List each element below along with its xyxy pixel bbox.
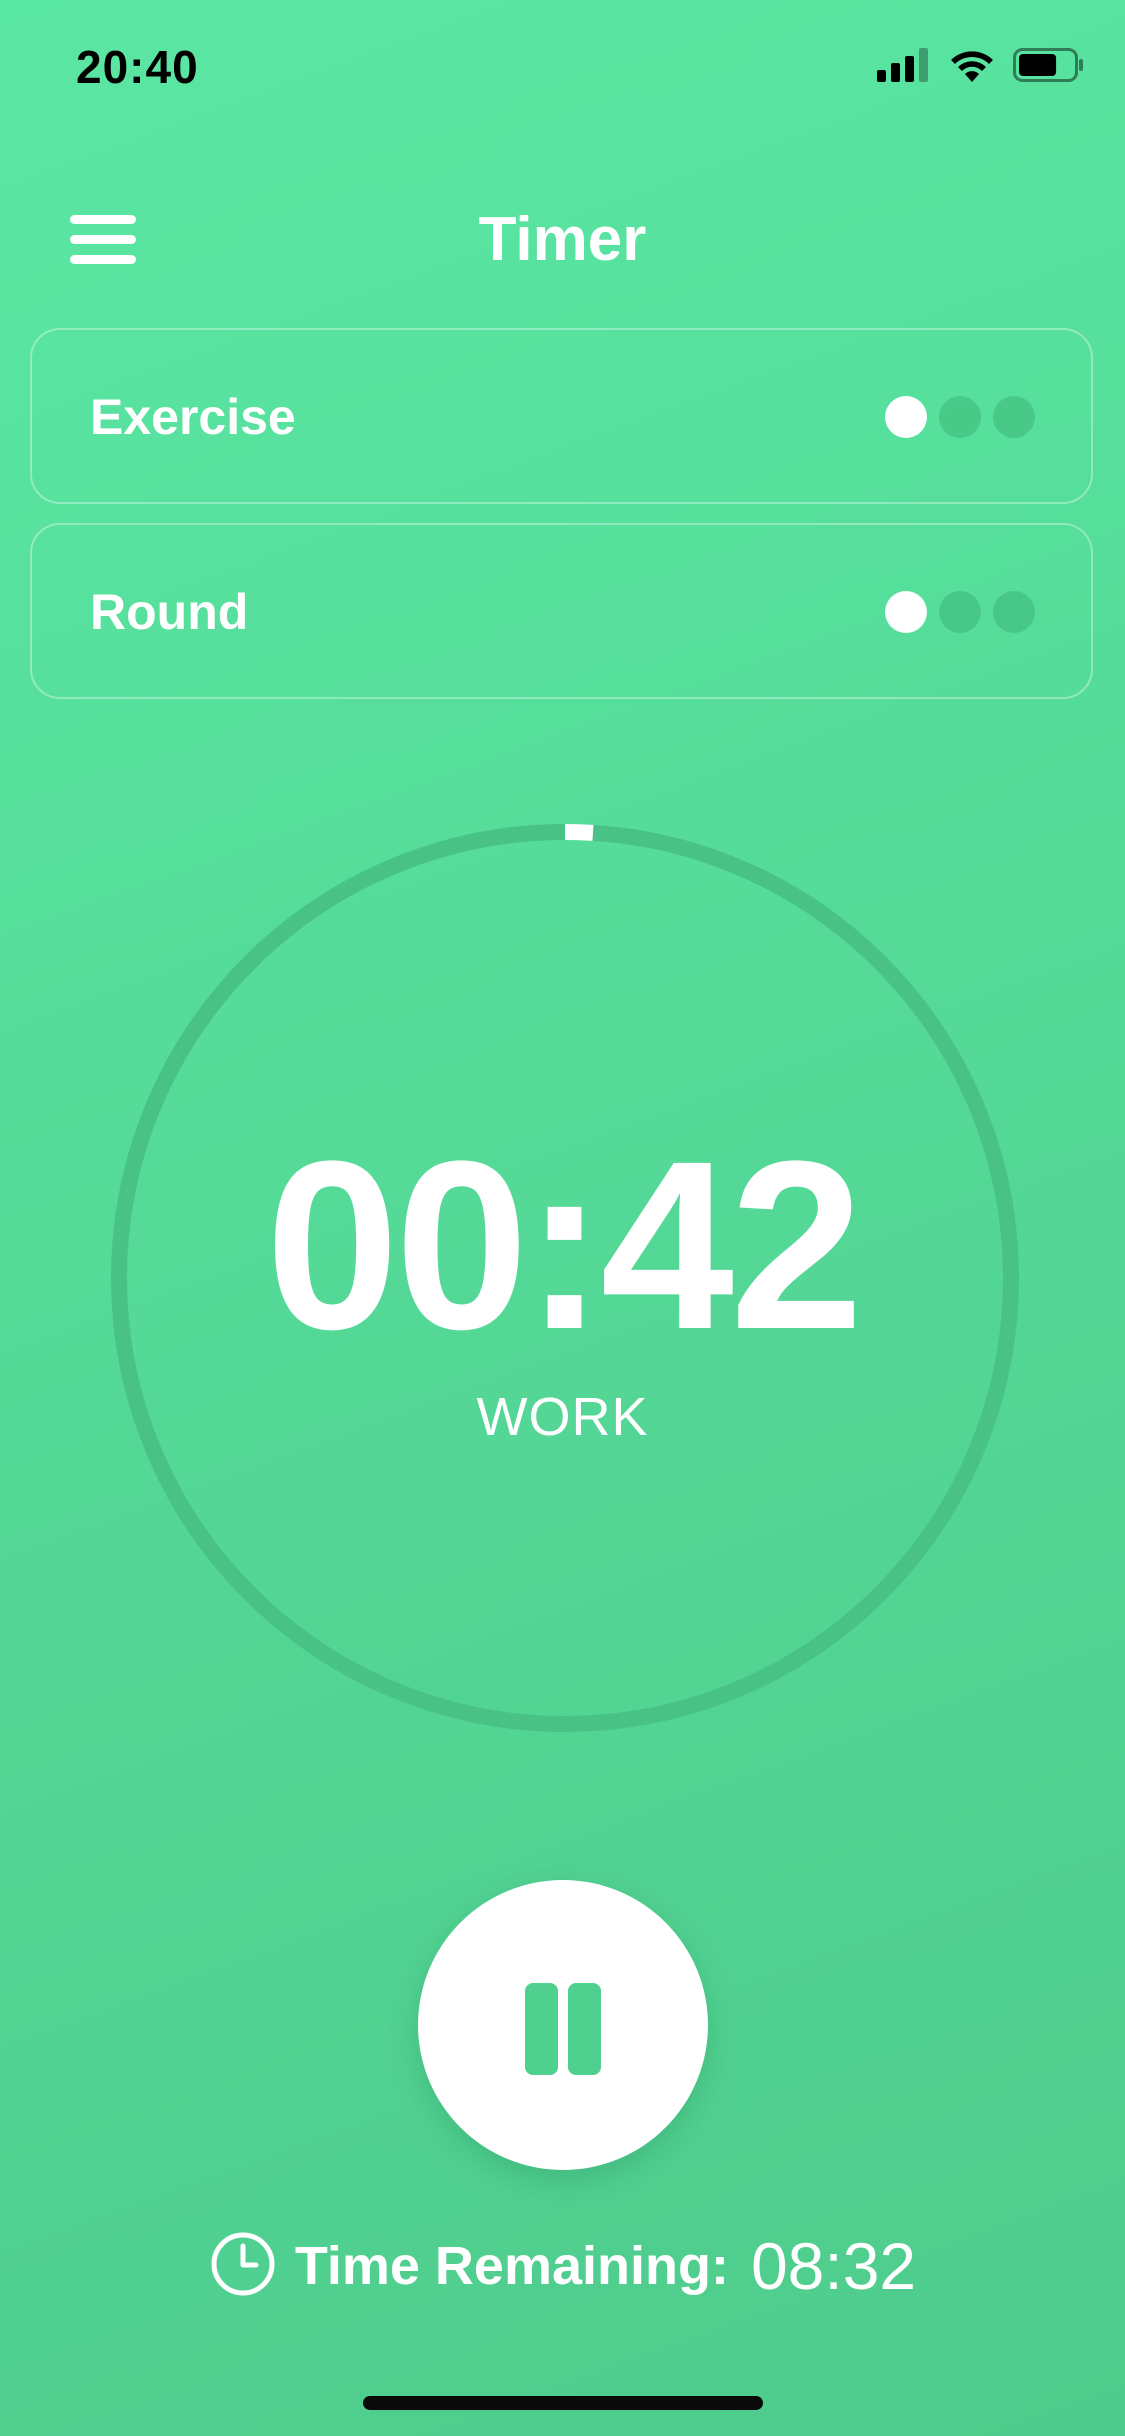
pause-bar-right — [568, 1983, 601, 2075]
phase-label: WORK — [476, 1387, 649, 1447]
wifi-icon — [949, 48, 995, 87]
exercise-dot — [939, 396, 981, 438]
time-remaining-value: 08:32 — [750, 2229, 917, 2303]
battery-icon — [1013, 48, 1085, 87]
pause-icon — [525, 1983, 601, 2075]
status-time: 20:40 — [76, 41, 199, 93]
status-bar: 20:40 — [0, 0, 1125, 140]
round-dot — [993, 591, 1035, 633]
pause-bar-left — [525, 1983, 558, 2075]
round-dot — [885, 591, 927, 633]
signal-icon — [877, 48, 931, 87]
round-progress-card: Round — [30, 523, 1093, 699]
round-dot — [939, 591, 981, 633]
header: Timer — [0, 190, 1125, 290]
exercise-dot — [993, 396, 1035, 438]
clock-icon — [209, 2230, 277, 2303]
round-progress-dots — [885, 591, 1035, 633]
timer-value: 00:42 — [265, 1111, 864, 1379]
round-label: Round — [90, 584, 249, 640]
exercise-label: Exercise — [90, 389, 296, 445]
time-remaining-label: Time Remaining: — [294, 2236, 729, 2296]
exercise-progress-dots — [885, 396, 1035, 438]
page-title: Timer — [478, 205, 647, 274]
exercise-dot — [885, 396, 927, 438]
time-remaining: Time Remaining: 08:32 — [0, 2228, 1125, 2304]
status-icons — [877, 48, 1085, 87]
home-indicator[interactable] — [363, 2396, 763, 2410]
exercise-progress-card: Exercise — [30, 328, 1093, 504]
pause-button[interactable] — [418, 1880, 708, 2170]
